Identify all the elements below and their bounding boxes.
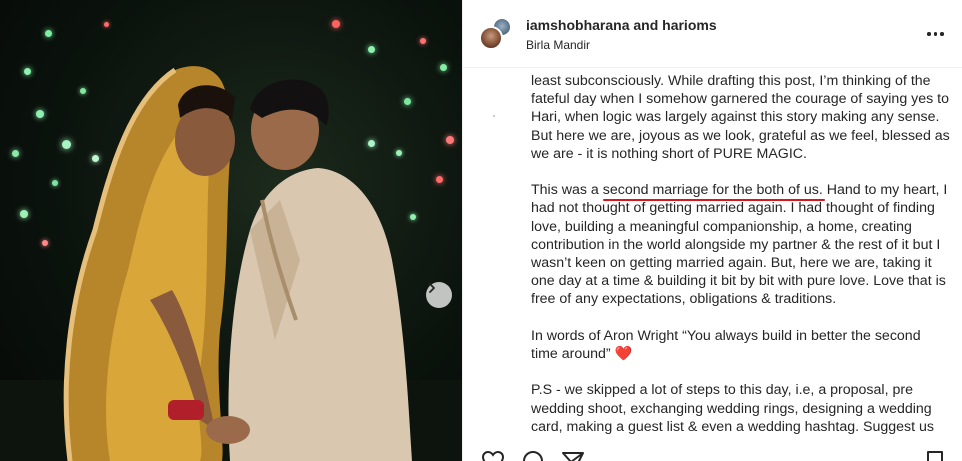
caption-paragraph: In words of Aron Wright “You always buil…	[531, 327, 951, 363]
caption-paragraph: This was a second marriage for the both …	[531, 181, 951, 308]
save-icon[interactable]	[925, 450, 945, 461]
post-detail-panel: iamshobharana and harioms Birla Mandir l…	[462, 0, 962, 461]
caption-paragraph: P.S - we skipped a lot of steps to this …	[531, 382, 935, 435]
share-icon[interactable]	[561, 450, 585, 461]
action-bar	[463, 446, 962, 461]
next-photo-button[interactable]	[426, 282, 452, 308]
post-header: iamshobharana and harioms Birla Mandir	[463, 0, 962, 68]
caption-paragraph: least subconsciously. While drafting thi…	[531, 73, 950, 162]
highlighted-text: second marriage for the both of us.	[602, 182, 823, 199]
post-location[interactable]: Birla Mandir	[526, 38, 590, 52]
heart-emoji: ❤️	[614, 346, 633, 363]
caption-text: In words of Aron Wright “You always buil…	[531, 327, 921, 363]
like-icon[interactable]	[481, 450, 505, 461]
caption-text: This was a	[531, 182, 603, 199]
more-options-icon[interactable]	[927, 26, 945, 42]
post-photo[interactable]	[0, 0, 462, 461]
divider-dot	[493, 115, 495, 117]
comment-icon[interactable]	[521, 450, 545, 461]
couple-illustration	[0, 66, 462, 461]
post-usernames[interactable]: iamshobharana and harioms	[526, 17, 717, 33]
post-caption: least subconsciously. While drafting thi…	[531, 72, 951, 454]
next-arrow-icon	[429, 283, 435, 293]
author-avatar[interactable]	[479, 26, 503, 50]
